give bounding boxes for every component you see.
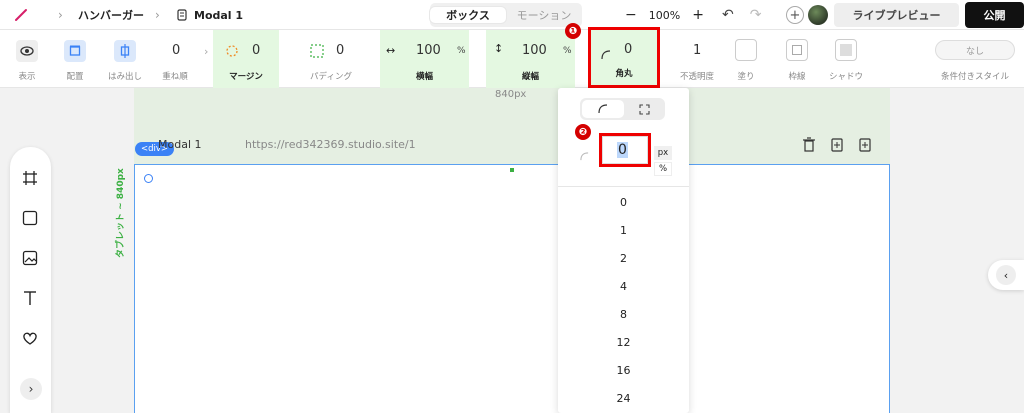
radius-option[interactable]: 1 [558,216,689,244]
radius-option[interactable]: 24 [558,384,689,412]
history-controls: ↶ ↷ [722,0,761,30]
opacity-tool[interactable]: 1 不透明度 [672,30,722,88]
unit-px-option[interactable]: px [654,146,672,160]
zoom-out-button[interactable]: − [625,7,637,23]
width-tool[interactable]: ↔ 100 % 横幅 [380,30,469,88]
radius-option[interactable]: 8 [558,300,689,328]
radius-mode-toggle [580,98,665,120]
chevron-right-icon[interactable]: › [204,30,211,88]
heart-icon[interactable] [19,327,41,349]
undo-icon[interactable]: ↶ [722,7,734,23]
breadcrumb-sep-icon: › [155,8,160,22]
top-bar: › ハンバーガー › Modal 1 ボックス モーション − 100% + ↶… [0,0,1024,30]
anchor-target-icon [144,174,153,183]
trash-icon[interactable] [801,136,817,152]
overflow-tool[interactable]: はみ出し [102,30,148,88]
frame-icon[interactable] [19,167,41,189]
z-index-tool[interactable]: 0 重ね順 [152,30,198,88]
duplicate-icon[interactable] [829,136,845,152]
frame-actions [801,136,873,152]
zoom-in-button[interactable]: + [692,7,704,23]
radius-input[interactable]: 0 [602,136,648,164]
guide-dot [510,168,514,172]
breadcrumb-sep-icon: › [58,8,63,22]
frame-url[interactable]: https://red342369.studio.site/1 [245,138,416,151]
tab-motion[interactable]: モーション [506,7,582,23]
breadcrumb-component[interactable]: Modal 1 [176,0,243,30]
component-icon [177,9,187,21]
add-page-icon[interactable] [857,136,873,152]
image-icon[interactable] [19,247,41,269]
eye-icon [16,40,38,62]
frame-title[interactable]: Modal 1 [158,138,202,151]
fill-tool[interactable]: 塗り [732,30,760,88]
tab-box[interactable]: ボックス [430,7,506,23]
publish-button[interactable]: 公開 [965,2,1024,28]
shadow-swatch[interactable] [835,39,857,61]
mode-tabs: ボックス モーション [430,3,582,27]
chevron-left-icon: ‹ [996,265,1016,285]
placement-tool[interactable]: 配置 [52,30,98,88]
box-icon[interactable] [19,207,41,229]
uniform-radius-icon[interactable] [582,100,624,118]
property-toolbar: 表示 配置 はみ出し 0 重ね順 › 0 マージン 0 パディング ↔ 100 … [0,27,1024,88]
border-tool[interactable]: 枠線 [780,30,814,88]
zoom-control: − 100% + [625,0,704,30]
radius-option[interactable]: 12 [558,328,689,356]
unit-percent-option[interactable]: % [654,162,672,176]
studio-logo[interactable] [14,0,34,30]
radius-option[interactable]: 4 [558,272,689,300]
border-swatch[interactable] [786,39,808,61]
redo-icon[interactable]: ↷ [750,7,762,23]
corner-radius-icon [601,45,611,64]
breadcrumb-page[interactable]: ハンバーガー [78,0,144,30]
corner-radius-tool[interactable]: 0 角丸 [588,27,660,88]
horizontal-arrows-icon: ↔ [386,44,396,57]
placement-icon [64,40,86,62]
canvas-width-ruler: 840px [495,89,527,100]
padding-icon [306,40,328,62]
add-member-icon[interactable]: + [786,6,804,24]
fill-swatch[interactable] [735,39,757,61]
margin-icon [221,40,243,62]
vertical-arrows-icon: ↕ [494,42,504,55]
overflow-icon [114,40,136,62]
live-preview-button[interactable]: ライブプレビュー [834,3,959,27]
height-tool[interactable]: ↕ 100 % 縦幅 [486,30,575,88]
padding-tool[interactable]: 0 パディング [298,30,364,88]
modal-frame[interactable] [134,164,890,413]
display-tool[interactable]: 表示 [5,30,49,88]
divider [558,186,689,187]
individual-corners-icon[interactable] [624,100,664,118]
radius-option[interactable]: 16 [558,356,689,384]
shadow-tool[interactable]: シャドウ [823,30,869,88]
corner-radius-icon [580,146,589,165]
annotation-2: ❷ [575,124,591,140]
annotation-1: ❶ [565,23,581,39]
zoom-level[interactable]: 100% [649,9,680,22]
radius-option[interactable]: 0 [558,188,689,216]
conditional-style-tool: 条件付きスタイル [940,72,1009,82]
right-panel-toggle[interactable]: ‹ [988,260,1024,290]
insert-toolbar [10,147,51,413]
collab-controls: + [786,0,828,30]
text-icon[interactable] [19,287,41,309]
radius-preset-list: 0 1 2 4 8 12 16 24 [558,188,689,412]
avatar[interactable] [808,5,828,25]
expand-toolbar-button[interactable]: › [20,378,42,400]
radius-option[interactable]: 2 [558,244,689,272]
breakpoint-label: タブレット ~ 840px [116,168,126,258]
margin-tool[interactable]: 0 マージン [213,30,279,88]
